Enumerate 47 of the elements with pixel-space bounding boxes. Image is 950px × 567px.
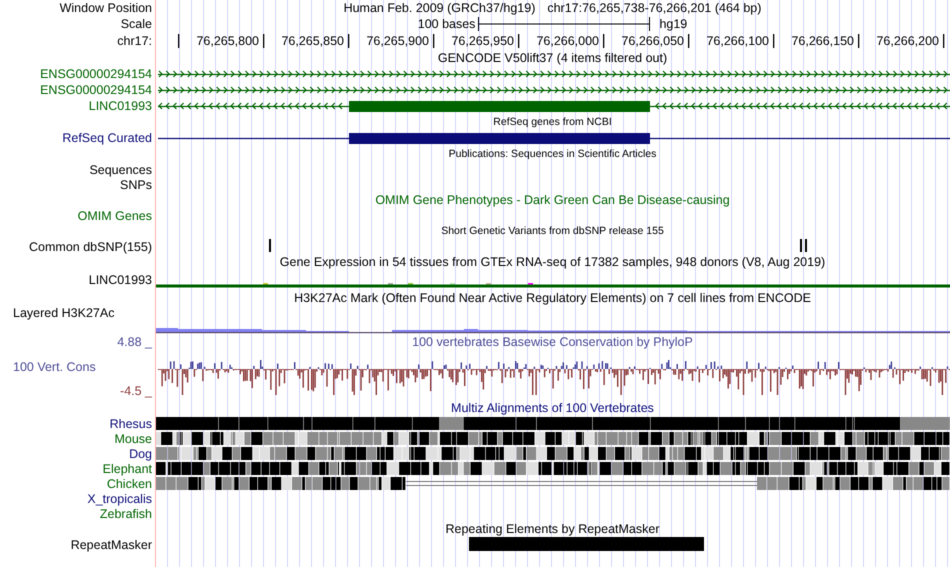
track-label[interactable]: LINC01993: [88, 273, 152, 287]
ruler-label: 76,265,950: [451, 34, 514, 48]
track-title: H3K27Ac Mark (Often Found Near Active Regulatory Elements) on 7 cell lines from ENCODE: [294, 291, 811, 305]
scale-text: 100 bases: [418, 17, 476, 31]
species-label[interactable]: Dog: [129, 446, 152, 460]
species-label[interactable]: X_tropicalis: [87, 492, 152, 506]
track-title: Multiz Alignments of 100 Vertebrates: [451, 401, 654, 415]
track-label[interactable]: RepeatMasker: [70, 538, 152, 552]
track-title: Repeating Elements by RepeatMasker: [445, 522, 660, 536]
track-title: RefSeq genes from NCBI: [493, 115, 612, 129]
ruler-label: 76,266,000: [536, 34, 599, 48]
assembly-name: hg19: [659, 17, 688, 31]
assembly-title: Human Feb. 2009 (GRCh37/hg19): [344, 1, 536, 15]
track-title: Publications: Sequences in Scientific Articles: [448, 147, 656, 161]
species-label[interactable]: Mouse: [114, 432, 152, 446]
species-label[interactable]: Rhesus: [110, 416, 152, 430]
ruler-label: 76,266,050: [621, 34, 684, 48]
axis-min-label: -4.5 _: [120, 384, 152, 398]
ruler-label: 76,265,850: [281, 34, 344, 48]
track-label[interactable]: ENSG00000294154: [40, 67, 152, 81]
species-label[interactable]: Chicken: [106, 476, 152, 490]
ruler-label: 76,265,900: [366, 34, 429, 48]
row-label: Scale: [120, 17, 152, 31]
track-label[interactable]: RefSeq Curated: [62, 131, 152, 145]
track-label[interactable]: SNPs: [120, 178, 152, 192]
track-label[interactable]: ENSG00000294154: [40, 83, 152, 97]
ruler-label: 76,266,100: [706, 34, 769, 48]
track-title: OMIM Gene Phenotypes - Dark Green Can Be Disease-causing: [375, 193, 730, 207]
ruler-label: 76,266,200: [876, 34, 939, 48]
ruler-label: 76,265,800: [196, 34, 259, 48]
track-label[interactable]: OMIM Genes: [78, 208, 152, 222]
track-title: Short Genetic Variants from dbSNP release 155: [441, 224, 664, 238]
track-label[interactable]: Sequences: [89, 162, 152, 176]
species-label[interactable]: Zebrafish: [100, 506, 152, 520]
position-text: chr17:76,265,738-76,266,201 (464 bp): [547, 1, 762, 15]
chrom-label: chr17:: [117, 34, 152, 48]
track-label[interactable]: LINC01993: [88, 99, 152, 113]
row-label: Window Position: [60, 1, 152, 15]
ruler-label: 76,266,150: [791, 34, 854, 48]
track-title: Gene Expression in 54 tissues from GTEx RNA-seq of 17382 samples, 948 donors (V8, Aug 2019): [280, 255, 826, 269]
axis-max-label: 4.88 _: [117, 335, 152, 349]
track-label[interactable]: Common dbSNP(155): [29, 240, 152, 254]
track-title: GENCODE V50lift37 (4 items filtered out): [438, 51, 668, 65]
track-title: 100 vertebrates Basewise Conservation by PhyloP: [412, 334, 693, 350]
track-label[interactable]: Layered H3K27Ac: [13, 306, 114, 320]
species-label[interactable]: Elephant: [102, 462, 152, 476]
track-label[interactable]: 100 Vert. Cons: [13, 360, 96, 374]
